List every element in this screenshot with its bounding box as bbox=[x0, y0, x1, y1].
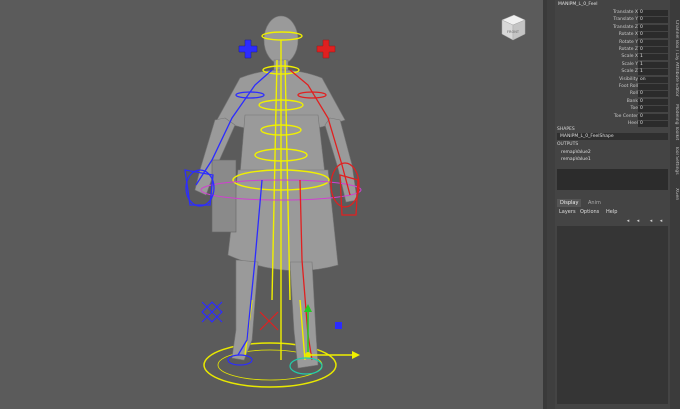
attribute-label: Toe Center bbox=[613, 113, 638, 119]
attribute-value-field[interactable]: 0 bbox=[638, 17, 668, 24]
menu-options[interactable]: Options bbox=[580, 209, 599, 215]
attribute-row[interactable]: Translate Z0 bbox=[555, 24, 670, 32]
attribute-row[interactable]: Roll 0 bbox=[555, 91, 670, 98]
layer-down-icon[interactable]: ◂ bbox=[658, 218, 664, 224]
tab-attribute-editor[interactable]: Attribute Editor bbox=[671, 62, 679, 102]
attribute-row[interactable]: Visibility on bbox=[555, 76, 670, 84]
attribute-label: Heel bbox=[627, 121, 638, 126]
tab-tool-settings[interactable]: Tool Settings bbox=[671, 146, 679, 186]
side-tab-bar: Channel Box / Layer Editor Attribute Edi… bbox=[670, 0, 680, 409]
attribute-value-field[interactable]: 0 bbox=[638, 39, 668, 46]
output-item[interactable]: remapValue2 bbox=[561, 150, 591, 155]
tab-anim[interactable]: Anim bbox=[585, 199, 604, 207]
attribute-label: Visibility bbox=[619, 76, 638, 82]
attribute-row[interactable]: Rotate Z0 bbox=[555, 47, 670, 54]
attribute-label: Translate X bbox=[613, 10, 638, 15]
attribute-row[interactable]: Rotate Y0 bbox=[555, 39, 670, 47]
notes-area[interactable] bbox=[557, 169, 668, 190]
tab-modeling-toolkit[interactable]: Modeling Toolkit bbox=[671, 104, 679, 144]
attribute-value-field[interactable]: on bbox=[638, 76, 668, 83]
output-item[interactable]: remapValue1 bbox=[561, 157, 591, 162]
ik-pole-left-icon[interactable] bbox=[238, 39, 258, 59]
attribute-row[interactable]: Toe Center 0 bbox=[555, 113, 670, 121]
viewcube-label: FRONT bbox=[507, 30, 520, 34]
layer-up-icon[interactable]: ◂ bbox=[648, 218, 654, 224]
attribute-row[interactable]: Bank 0 bbox=[555, 98, 670, 106]
attribute-row[interactable]: Rotate X0 bbox=[555, 32, 670, 39]
layer-list[interactable] bbox=[557, 226, 668, 404]
attribute-value-field[interactable]: 0 bbox=[638, 47, 668, 53]
menu-layers[interactable]: Layers bbox=[559, 209, 576, 215]
attribute-label: Translate Z bbox=[613, 24, 638, 30]
attribute-label: Toe bbox=[630, 106, 638, 112]
shape-name-field[interactable]: MANIPM_L_0_FeelShape bbox=[557, 133, 668, 140]
attribute-row[interactable]: Toe 0 bbox=[555, 106, 670, 113]
attribute-row[interactable]: Translate X0 bbox=[555, 10, 670, 17]
attribute-label: Rotate X bbox=[618, 32, 638, 38]
outputs-header: OUTPUTS bbox=[557, 142, 579, 147]
ik-pole-right-icon[interactable] bbox=[316, 39, 336, 59]
attribute-label: Scale Z bbox=[621, 69, 638, 75]
attribute-label: Scale X bbox=[621, 54, 638, 60]
attribute-row[interactable]: Translate Y0 bbox=[555, 17, 670, 24]
tab-display[interactable]: Display bbox=[557, 199, 582, 207]
3d-viewport[interactable]: FRONT bbox=[0, 0, 543, 409]
attribute-value-field[interactable]: 0 bbox=[638, 32, 668, 39]
node-name[interactable]: MANIPM_L_0_Feel bbox=[558, 2, 598, 7]
tab-xgen[interactable]: XGen bbox=[671, 188, 679, 228]
viewcube-icon[interactable]: FRONT bbox=[498, 12, 528, 42]
attribute-label: Bank bbox=[626, 98, 638, 104]
attribute-value-field[interactable]: 1 bbox=[638, 61, 668, 68]
attribute-row[interactable]: Scale Y1 bbox=[555, 61, 670, 69]
attribute-value-field[interactable] bbox=[638, 84, 668, 90]
knee-pole-right-icon[interactable] bbox=[259, 311, 279, 331]
attribute-label: Rotate Z bbox=[618, 47, 638, 52]
attribute-value-field[interactable]: 1 bbox=[638, 69, 668, 76]
control-handle-icon[interactable] bbox=[335, 322, 342, 329]
attribute-value-field[interactable]: 0 bbox=[638, 113, 668, 120]
attribute-label: Foot Roll bbox=[618, 84, 638, 89]
attribute-value-field[interactable]: 0 bbox=[638, 10, 668, 16]
attribute-row[interactable]: Foot Roll bbox=[555, 84, 670, 91]
attribute-label: Roll bbox=[629, 91, 638, 97]
attribute-label: Translate Y bbox=[613, 17, 638, 23]
new-layer-icon[interactable]: ◂ bbox=[625, 218, 631, 224]
menu-help[interactable]: Help bbox=[606, 209, 617, 215]
attribute-value-field[interactable]: 0 bbox=[638, 121, 668, 127]
layer-editor: Display Anim Layers Options Help ◂ ◂ ◂ ◂ bbox=[555, 197, 670, 409]
attribute-row[interactable]: Scale Z1 bbox=[555, 69, 670, 76]
attribute-value-field[interactable]: 1 bbox=[638, 54, 668, 61]
delete-layer-icon[interactable]: ◂ bbox=[635, 218, 641, 224]
attribute-label: Scale Y bbox=[621, 61, 638, 67]
knee-pole-left-icon[interactable] bbox=[201, 301, 223, 323]
attribute-value-field[interactable]: 0 bbox=[638, 106, 668, 113]
attribute-value-field[interactable]: 0 bbox=[638, 98, 668, 105]
attribute-value-field[interactable]: 0 bbox=[638, 24, 668, 31]
attribute-value-field[interactable]: 0 bbox=[638, 91, 668, 98]
panel-scroll-strip[interactable] bbox=[547, 0, 555, 409]
attribute-row[interactable]: Scale X1 bbox=[555, 54, 670, 61]
character-rig-drawing[interactable] bbox=[0, 0, 543, 409]
attribute-label: Rotate Y bbox=[619, 39, 638, 45]
shapes-header: SHAPES bbox=[557, 127, 575, 132]
tab-channel-box[interactable]: Channel Box / Layer Editor bbox=[671, 20, 679, 60]
